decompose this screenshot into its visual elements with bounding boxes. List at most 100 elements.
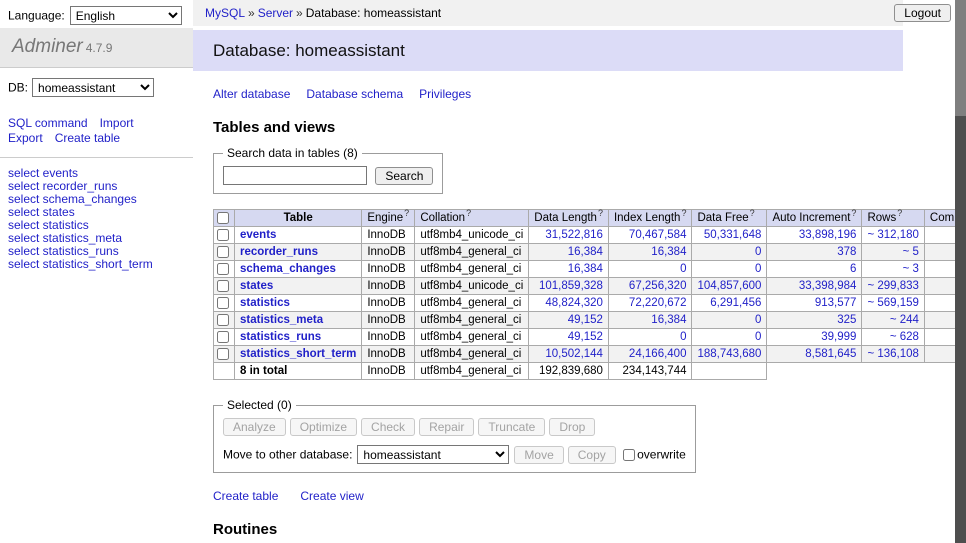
rows-link[interactable]: ~ 312,180	[867, 229, 918, 241]
data-free-link[interactable]: 188,743,680	[697, 348, 761, 360]
table-link-statistics[interactable]: statistics	[240, 297, 290, 309]
sidebar-links-row1: SQL command Import	[8, 116, 185, 131]
sidebar-link-create-table[interactable]: Create table	[55, 131, 120, 145]
help-link[interactable]: ?	[466, 208, 471, 218]
logout-button[interactable]: Logout	[894, 4, 951, 22]
index-length-link[interactable]: 16,384	[651, 314, 686, 326]
data-length-link[interactable]: 16,384	[568, 263, 603, 275]
breadcrumb-link-mysql[interactable]: MySQL	[205, 6, 245, 20]
select-all-checkbox[interactable]	[217, 212, 229, 224]
create-links-row: Create table Create view	[213, 489, 903, 503]
auto-increment-link[interactable]: 33,398,984	[799, 280, 857, 292]
table-link-statistics_meta[interactable]: statistics_meta	[240, 314, 323, 326]
auto-increment-link[interactable]: 325	[837, 314, 856, 326]
analyze-button[interactable]: Analyze	[223, 418, 286, 436]
rows-link[interactable]: ~ 5	[903, 246, 919, 258]
check-button[interactable]: Check	[361, 418, 415, 436]
rows-link[interactable]: ~ 244	[890, 314, 919, 326]
data-free-link[interactable]: 0	[755, 246, 761, 258]
help-link[interactable]: ?	[851, 208, 856, 218]
index-length-link[interactable]: 67,256,320	[629, 280, 687, 292]
overwrite-checkbox[interactable]	[623, 449, 635, 461]
data-free-link[interactable]: 50,331,648	[704, 229, 762, 241]
help-link[interactable]: ?	[750, 208, 755, 218]
index-length-link[interactable]: 24,166,400	[629, 348, 687, 360]
table-link-events[interactable]: events	[240, 229, 276, 241]
data-free-link[interactable]: 6,291,456	[710, 297, 761, 309]
index-length-link[interactable]: 16,384	[651, 246, 686, 258]
index-length-link[interactable]: 0	[680, 263, 686, 275]
row-checkbox-recorder_runs[interactable]	[217, 246, 229, 258]
help-link[interactable]: ?	[897, 208, 902, 218]
rows-link[interactable]: ~ 628	[890, 331, 919, 343]
data-length-link[interactable]: 101,859,328	[539, 280, 603, 292]
copy-button[interactable]: Copy	[568, 446, 616, 464]
sidebar-link-sql-command[interactable]: SQL command	[8, 116, 88, 130]
sidebar-table-link-select-statistics-short-term[interactable]: select statistics_short_term	[8, 258, 185, 271]
data-length-link[interactable]: 10,502,144	[545, 348, 603, 360]
table-row-statistics_runs: statistics_runsInnoDButf8mb4_general_ci4…	[214, 329, 966, 346]
table-link-states[interactable]: states	[240, 280, 273, 292]
row-checkbox-statistics[interactable]	[217, 297, 229, 309]
auto-increment-link[interactable]: 8,581,645	[805, 348, 856, 360]
search-fieldset: Search data in tables (8) Search	[213, 146, 443, 194]
data-length-link[interactable]: 48,824,320	[545, 297, 603, 309]
auto-increment-link[interactable]: 39,999	[821, 331, 856, 343]
table-link-schema_changes[interactable]: schema_changes	[240, 263, 336, 275]
search-button[interactable]: Search	[375, 167, 433, 185]
auto-increment-link[interactable]: 378	[837, 246, 856, 258]
language-select[interactable]: English	[70, 6, 182, 25]
db-action-link-privileges[interactable]: Privileges	[419, 87, 471, 101]
rows-link[interactable]: ~ 3	[903, 263, 919, 275]
data-free-link[interactable]: 104,857,600	[697, 280, 761, 292]
repair-button[interactable]: Repair	[419, 418, 474, 436]
create-link-create-view[interactable]: Create view	[300, 489, 363, 503]
data-free-link[interactable]: 0	[755, 263, 761, 275]
table-link-statistics_short_term[interactable]: statistics_short_term	[240, 348, 356, 360]
breadcrumb-link-server[interactable]: Server	[258, 6, 293, 20]
row-checkbox-statistics_runs[interactable]	[217, 331, 229, 343]
data-free-link[interactable]: 0	[755, 314, 761, 326]
db-action-link-database-schema[interactable]: Database schema	[306, 87, 403, 101]
help-link[interactable]: ?	[681, 208, 686, 218]
index-length-link[interactable]: 72,220,672	[629, 297, 687, 309]
auto-increment-link[interactable]: 913,577	[815, 297, 857, 309]
data-length-link[interactable]: 49,152	[568, 331, 603, 343]
table-row-recorder_runs: recorder_runsInnoDButf8mb4_general_ci16,…	[214, 244, 966, 261]
index-length-link[interactable]: 0	[680, 331, 686, 343]
help-link[interactable]: ?	[598, 208, 603, 218]
db-selector-row: DB:homeassistant	[8, 78, 185, 97]
rows-link[interactable]: ~ 569,159	[867, 297, 918, 309]
scrollbar-thumb[interactable]	[955, 0, 966, 116]
create-link-create-table[interactable]: Create table	[213, 489, 278, 503]
data-length-link[interactable]: 16,384	[568, 246, 603, 258]
data-length-link[interactable]: 31,522,816	[545, 229, 603, 241]
row-checkbox-events[interactable]	[217, 229, 229, 241]
auto-increment-link[interactable]: 6	[850, 263, 856, 275]
table-link-statistics_runs[interactable]: statistics_runs	[240, 331, 321, 343]
truncate-button[interactable]: Truncate	[478, 418, 545, 436]
rows-link[interactable]: ~ 299,833	[867, 280, 918, 292]
db-action-link-alter-database[interactable]: Alter database	[213, 87, 290, 101]
row-checkbox-statistics_meta[interactable]	[217, 314, 229, 326]
help-link[interactable]: ?	[404, 208, 409, 218]
move-db-select[interactable]: homeassistant	[357, 445, 509, 464]
total-check-cell	[214, 363, 235, 380]
move-button[interactable]: Move	[514, 446, 563, 464]
vertical-scrollbar[interactable]	[955, 0, 966, 543]
auto-increment-link[interactable]: 33,898,196	[799, 229, 857, 241]
index-length-link[interactable]: 70,467,584	[629, 229, 687, 241]
row-checkbox-statistics_short_term[interactable]	[217, 348, 229, 360]
sidebar-link-export[interactable]: Export	[8, 131, 43, 145]
db-select[interactable]: homeassistant	[32, 78, 154, 97]
search-input[interactable]	[223, 166, 367, 185]
data-length-link[interactable]: 49,152	[568, 314, 603, 326]
table-link-recorder_runs[interactable]: recorder_runs	[240, 246, 318, 258]
optimize-button[interactable]: Optimize	[290, 418, 357, 436]
drop-button[interactable]: Drop	[549, 418, 595, 436]
row-checkbox-states[interactable]	[217, 280, 229, 292]
row-checkbox-schema_changes[interactable]	[217, 263, 229, 275]
sidebar-link-import[interactable]: Import	[100, 116, 134, 130]
rows-link[interactable]: ~ 136,108	[867, 348, 918, 360]
data-free-link[interactable]: 0	[755, 331, 761, 343]
